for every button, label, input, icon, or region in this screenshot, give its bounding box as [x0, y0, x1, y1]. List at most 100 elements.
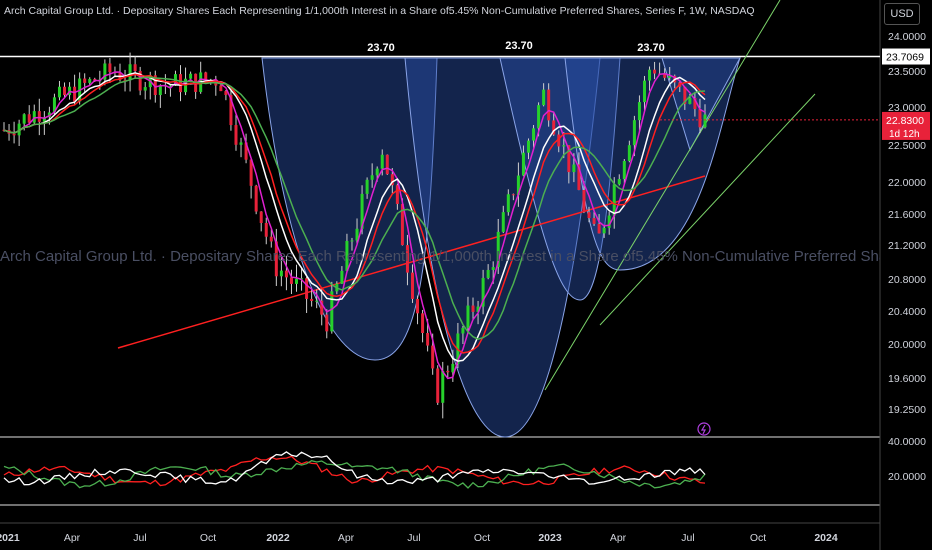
candle-body: [632, 120, 636, 146]
candle-body: [642, 80, 646, 103]
candle-body: [264, 222, 268, 237]
candle-body: [365, 179, 369, 194]
time-tick-label: Jul: [133, 532, 146, 544]
candle-body: [12, 133, 16, 136]
price-tick-label: 22.0000: [888, 177, 926, 189]
candle-body: [698, 109, 702, 128]
candle: [385, 154, 389, 175]
candle-body: [158, 85, 162, 96]
candle-body: [441, 370, 445, 403]
candle-body: [703, 114, 707, 128]
price-tick-label: 21.6000: [888, 209, 926, 221]
candle-body: [592, 218, 596, 224]
candle-body: [83, 78, 87, 83]
peak-label: 23.70: [637, 42, 665, 54]
price-chart[interactable]: 23.70 23.70 23.7024.000023.500023.000022.5…: [0, 0, 932, 550]
candle-body: [446, 370, 450, 373]
candle-body: [395, 185, 399, 204]
candle-body: [602, 227, 606, 234]
candle-body: [32, 111, 36, 123]
candle-body: [340, 270, 344, 284]
candle-body: [526, 140, 530, 153]
price-tick-label: 21.2000: [888, 240, 926, 252]
time-tick-label: 2023: [538, 532, 562, 544]
price-tick-label: 22.5000: [888, 140, 926, 152]
time-tick-label: Oct: [474, 532, 490, 544]
candle-body: [375, 168, 379, 176]
candle: [547, 83, 551, 127]
candle-body: [542, 89, 546, 106]
candle-body: [572, 164, 576, 173]
price-tick-label: 19.6000: [888, 373, 926, 385]
candle-body: [239, 142, 243, 145]
candle: [436, 365, 440, 405]
candle-body: [57, 86, 61, 98]
candle-body: [143, 87, 147, 91]
candle-body: [501, 212, 505, 232]
candle-body: [653, 69, 657, 74]
candle-body: [637, 102, 641, 121]
candle: [254, 184, 258, 215]
candle-body: [259, 211, 263, 223]
candle-body: [547, 89, 551, 121]
peak-label: 23.70: [367, 42, 395, 54]
candle-body: [128, 64, 132, 81]
candle-body: [73, 86, 77, 102]
candle-body: [471, 305, 475, 312]
candle-body: [688, 98, 692, 104]
price-tick-label: 19.2500: [888, 404, 926, 416]
candle-body: [189, 73, 193, 79]
candle-body: [506, 194, 510, 213]
candle-body: [219, 85, 223, 92]
candle-body: [627, 145, 631, 161]
candle-body: [436, 368, 440, 403]
candle-body: [511, 194, 515, 196]
candle-body: [461, 327, 465, 334]
price-tick-label: 24.0000: [888, 31, 926, 43]
candle-body: [279, 270, 283, 277]
countdown-label: 1d 12h: [889, 129, 920, 140]
osc-tick-label: 40.0000: [888, 436, 926, 448]
candle-body: [22, 114, 26, 124]
time-tick-label: Jul: [407, 532, 420, 544]
resistance-price-label: 23.7069: [886, 52, 924, 64]
candle-body: [284, 270, 288, 278]
time-tick-label: Jul: [681, 532, 694, 544]
time-tick-label: 2021: [0, 532, 20, 544]
candle-body: [108, 63, 112, 73]
candle-body: [269, 236, 273, 242]
candle-body: [133, 64, 137, 71]
candle-body: [486, 269, 490, 278]
price-tick-label: 20.4000: [888, 306, 926, 318]
candle-body: [491, 267, 495, 270]
candle-body: [648, 69, 652, 81]
candle-body: [330, 291, 334, 332]
candle-body: [537, 105, 541, 129]
candle-body: [289, 277, 293, 284]
candle-body: [622, 160, 626, 180]
candle-body: [385, 154, 389, 175]
time-tick-label: Oct: [750, 532, 766, 544]
candle-body: [254, 185, 258, 212]
candle-body: [37, 111, 41, 122]
candle-body: [410, 272, 414, 299]
time-tick-label: Oct: [200, 532, 216, 544]
time-tick-label: 2024: [814, 532, 838, 544]
price-tick-label: 23.5000: [888, 66, 926, 78]
osc-tick-label: 20.0000: [888, 471, 926, 483]
candle-body: [350, 240, 354, 242]
candle-body: [617, 179, 621, 185]
currency-button[interactable]: USD: [884, 3, 920, 25]
candle-body: [325, 314, 329, 332]
time-tick-label: 2022: [266, 532, 290, 544]
candle-body: [370, 175, 374, 180]
candle-body: [582, 189, 586, 213]
candle-body: [431, 345, 435, 369]
time-tick-label: Apr: [610, 532, 627, 544]
candle-body: [521, 152, 525, 176]
candle-body: [88, 78, 92, 83]
chart-title: Arch Capital Group Ltd. · Depositary Sha…: [4, 5, 755, 17]
candle-body: [63, 86, 67, 96]
time-tick-label: Apr: [338, 532, 355, 544]
candle-body: [27, 114, 31, 123]
